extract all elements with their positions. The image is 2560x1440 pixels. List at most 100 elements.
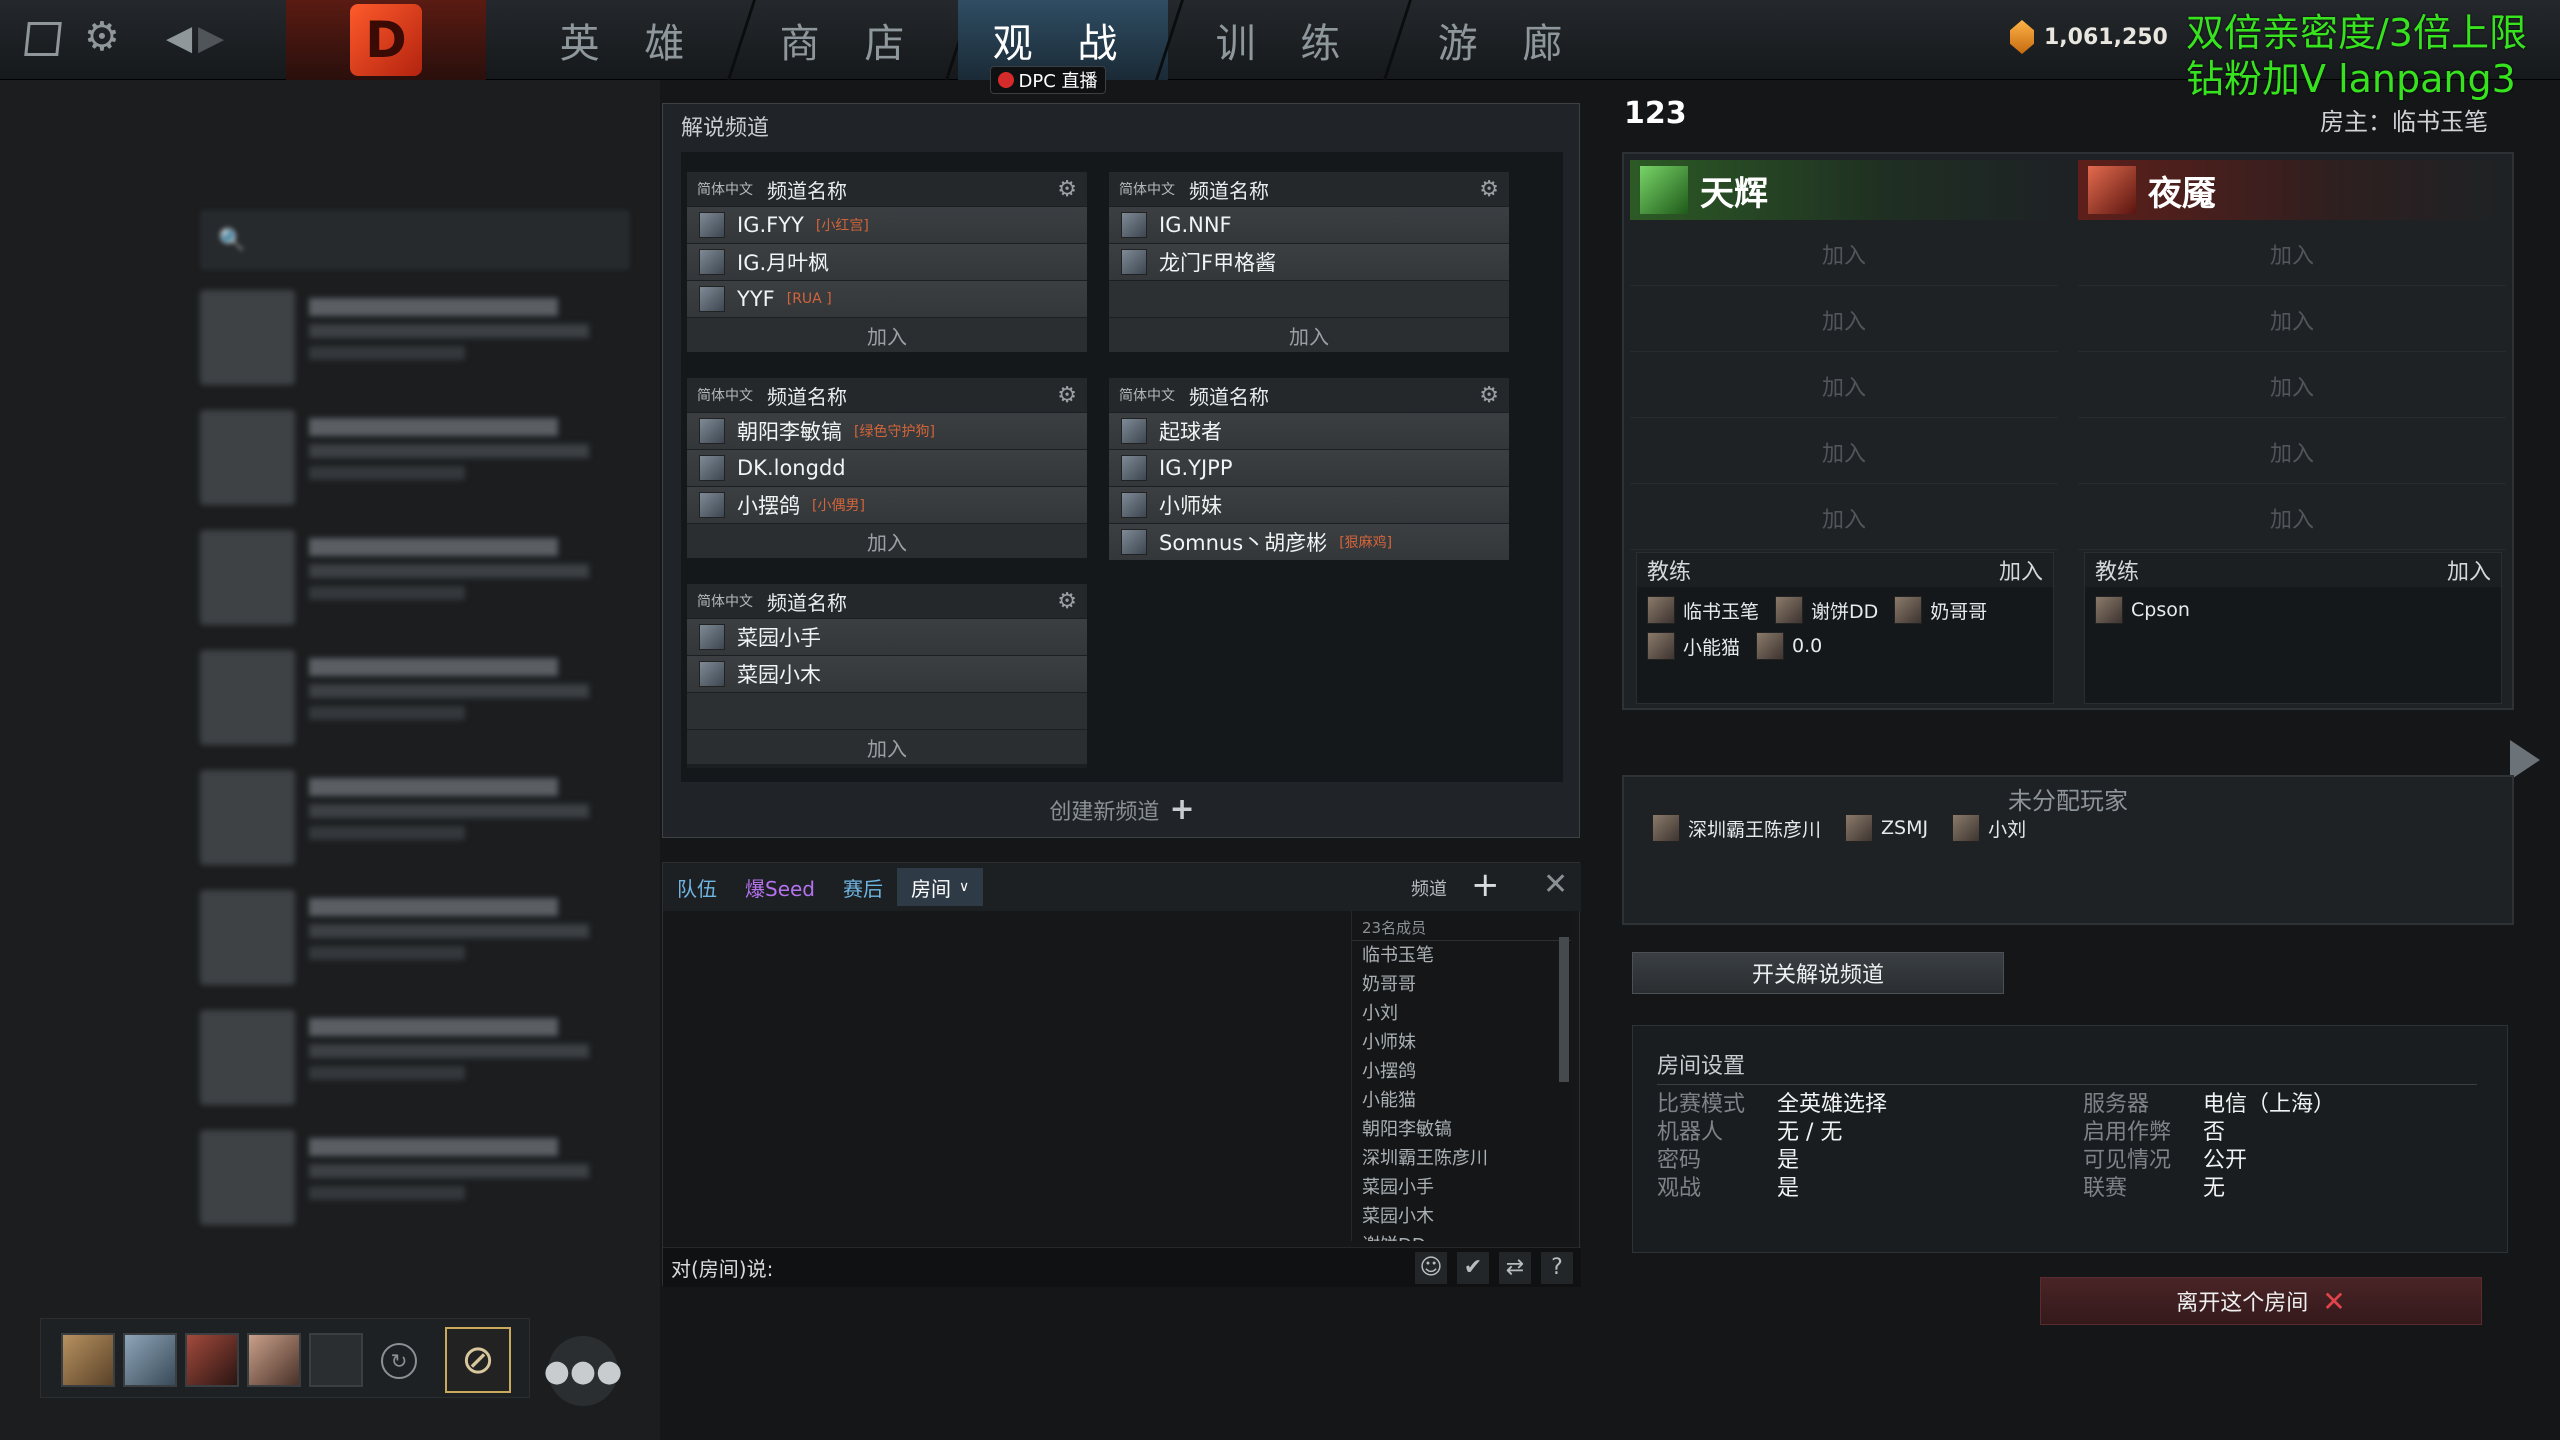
member-item[interactable]: 深圳霸王陈彦川 bbox=[1352, 1144, 1571, 1173]
join-slot[interactable]: 加入 bbox=[1630, 354, 2058, 418]
join-channel-button[interactable]: 加入 bbox=[687, 318, 1087, 352]
coach-join-button[interactable]: 加入 bbox=[1999, 554, 2043, 586]
close-icon[interactable]: ✕ bbox=[1543, 867, 1568, 902]
list-item[interactable] bbox=[200, 410, 620, 520]
join-slot[interactable]: 加入 bbox=[2078, 486, 2506, 550]
gold-balance[interactable]: 1,061,250 bbox=[2010, 20, 2168, 54]
join-channel-button[interactable]: 加入 bbox=[687, 524, 1087, 558]
member-item[interactable]: 奶哥哥 bbox=[1352, 970, 1571, 999]
dpc-live-badge[interactable]: DPC 直播 bbox=[990, 66, 1106, 94]
back-arrow-icon[interactable]: ◀ bbox=[166, 18, 192, 58]
create-channel-button[interactable]: 创建新频道 + bbox=[663, 792, 1581, 827]
tab-learn[interactable]: 训 练 bbox=[1176, 0, 1396, 80]
player-chip[interactable]: 小刘 bbox=[1952, 813, 2026, 843]
player-chip[interactable]: Cpson bbox=[2095, 595, 2190, 625]
member-item[interactable]: 谢饼DD bbox=[1352, 1231, 1571, 1241]
chat-input[interactable]: 对(房间)说: ☺ ✔ ⇄ ? bbox=[663, 1247, 1581, 1287]
player-chip[interactable]: 小能猫 bbox=[1647, 631, 1740, 661]
channel-member[interactable]: IG.FYY [小红宫] bbox=[687, 207, 1087, 243]
leave-lobby-button[interactable]: 离开这个房间 ✕ bbox=[2040, 1277, 2482, 1325]
channel-member[interactable]: 菜园小手 bbox=[687, 619, 1087, 655]
channel-member[interactable]: 龙门F甲格酱 bbox=[1109, 244, 1509, 280]
list-item[interactable] bbox=[200, 1130, 620, 1240]
member-item[interactable]: 菜园小木 bbox=[1352, 1202, 1571, 1231]
tab-arcade[interactable]: 游 廊 bbox=[1398, 0, 1618, 80]
dota-menu-icon[interactable] bbox=[24, 22, 62, 56]
channel-settings-gear-icon[interactable]: ⚙ bbox=[1057, 177, 1077, 202]
member-item[interactable]: 小师妹 bbox=[1352, 1028, 1571, 1057]
forward-arrow-icon[interactable]: ▶ bbox=[198, 18, 224, 58]
player-chip[interactable]: 奶哥哥 bbox=[1894, 595, 1987, 625]
friend-avatar[interactable] bbox=[123, 1333, 177, 1387]
list-item[interactable] bbox=[200, 650, 620, 760]
empty-avatar-slot[interactable] bbox=[309, 1333, 363, 1387]
friend-avatar[interactable] bbox=[247, 1333, 301, 1387]
channel-member[interactable]: 朝阳李敏镐 [绿色守护狗] bbox=[687, 413, 1087, 449]
channel-member[interactable]: 小摆鸽 [小偶男] bbox=[687, 487, 1087, 523]
dota-home-logo[interactable]: D bbox=[286, 0, 486, 80]
join-slot[interactable]: 加入 bbox=[2078, 354, 2506, 418]
join-slot[interactable]: 加入 bbox=[2078, 288, 2506, 352]
chat-tab-room[interactable]: 房间 ∨ bbox=[897, 868, 984, 906]
channel-settings-gear-icon[interactable]: ⚙ bbox=[1057, 383, 1077, 408]
expand-arrow-icon[interactable] bbox=[2510, 740, 2540, 780]
join-channel-button[interactable]: 加入 bbox=[687, 730, 1087, 764]
member-list-scrollbar[interactable] bbox=[1559, 937, 1569, 1082]
channel-settings-gear-icon[interactable]: ⚙ bbox=[1057, 589, 1077, 614]
voice-icon[interactable]: ↻ bbox=[381, 1343, 417, 1379]
channel-settings-gear-icon[interactable]: ⚙ bbox=[1479, 177, 1499, 202]
channel-member[interactable]: 菜园小木 bbox=[687, 656, 1087, 692]
help-icon[interactable]: ? bbox=[1541, 1251, 1573, 1284]
toggle-caster-channels-button[interactable]: 开关解说频道 bbox=[1632, 952, 2004, 994]
friend-avatar[interactable] bbox=[185, 1333, 239, 1387]
channel-settings-gear-icon[interactable]: ⚙ bbox=[1479, 383, 1499, 408]
channels-label[interactable]: 频道 bbox=[1411, 875, 1447, 901]
member-item[interactable]: 朝阳李敏镐 bbox=[1352, 1115, 1571, 1144]
channel-member[interactable]: 起球者 bbox=[1109, 413, 1509, 449]
channel-member[interactable]: YYF [RUA ] bbox=[687, 281, 1087, 317]
join-slot[interactable]: 加入 bbox=[1630, 288, 2058, 352]
chat-tab-seed[interactable]: 爆Seed bbox=[731, 873, 829, 902]
chat-tab-team[interactable]: 队伍 bbox=[663, 873, 731, 902]
channel-member[interactable]: 小师妹 bbox=[1109, 487, 1509, 523]
rank-medal-icon[interactable]: ⊘ bbox=[445, 1327, 511, 1393]
list-item[interactable] bbox=[200, 290, 620, 400]
channel-member[interactable]: IG.NNF bbox=[1109, 207, 1509, 243]
player-chip[interactable]: 谢饼DD bbox=[1775, 595, 1878, 625]
check-icon[interactable]: ✔ bbox=[1457, 1251, 1489, 1284]
member-item[interactable]: 小摆鸽 bbox=[1352, 1057, 1571, 1086]
add-channel-icon[interactable]: + bbox=[1471, 865, 1500, 905]
join-slot[interactable]: 加入 bbox=[1630, 486, 2058, 550]
list-item[interactable] bbox=[200, 890, 620, 1000]
join-slot[interactable]: 加入 bbox=[1630, 222, 2058, 286]
chat-tab-postgame[interactable]: 赛后 bbox=[829, 873, 897, 902]
member-item[interactable]: 小刘 bbox=[1352, 999, 1571, 1028]
emoji-icon[interactable]: ☺ bbox=[1415, 1251, 1447, 1284]
member-item[interactable]: 临书玉笔 bbox=[1352, 941, 1571, 970]
channel-member[interactable]: IG.月叶枫 bbox=[687, 244, 1087, 280]
channel-member[interactable]: DK.longdd bbox=[687, 450, 1087, 486]
member-item[interactable]: 小能猫 bbox=[1352, 1086, 1571, 1115]
list-item[interactable] bbox=[200, 1010, 620, 1120]
player-chip[interactable]: 深圳霸王陈彦川 bbox=[1652, 813, 1821, 843]
join-slot[interactable]: 加入 bbox=[2078, 222, 2506, 286]
join-slot[interactable]: 加入 bbox=[1630, 420, 2058, 484]
player-chip[interactable]: 临书玉笔 bbox=[1647, 595, 1759, 625]
party-icon[interactable]: ●●● bbox=[544, 1336, 622, 1406]
tab-heroes[interactable]: 英 雄 bbox=[520, 0, 740, 80]
player-chip[interactable]: 0.0 bbox=[1756, 631, 1822, 661]
tab-store[interactable]: 商 店 bbox=[740, 0, 960, 80]
list-item[interactable] bbox=[200, 530, 620, 640]
list-item[interactable] bbox=[200, 770, 620, 880]
channel-member[interactable]: Somnus丶胡彦彬 [狠麻鸡] bbox=[1109, 524, 1509, 560]
member-item[interactable]: 菜园小手 bbox=[1352, 1173, 1571, 1202]
translate-icon[interactable]: ⇄ bbox=[1499, 1251, 1531, 1284]
settings-gear-icon[interactable]: ⚙ bbox=[84, 14, 120, 60]
player-chip[interactable]: ZSMJ bbox=[1845, 813, 1928, 843]
channel-member[interactable]: IG.YJPP bbox=[1109, 450, 1509, 486]
join-channel-button[interactable]: 加入 bbox=[1109, 318, 1509, 352]
join-slot[interactable]: 加入 bbox=[2078, 420, 2506, 484]
coach-join-button[interactable]: 加入 bbox=[2447, 554, 2491, 586]
friend-avatar[interactable] bbox=[61, 1333, 115, 1387]
search-input-blurred[interactable]: 🔍 bbox=[200, 210, 630, 270]
